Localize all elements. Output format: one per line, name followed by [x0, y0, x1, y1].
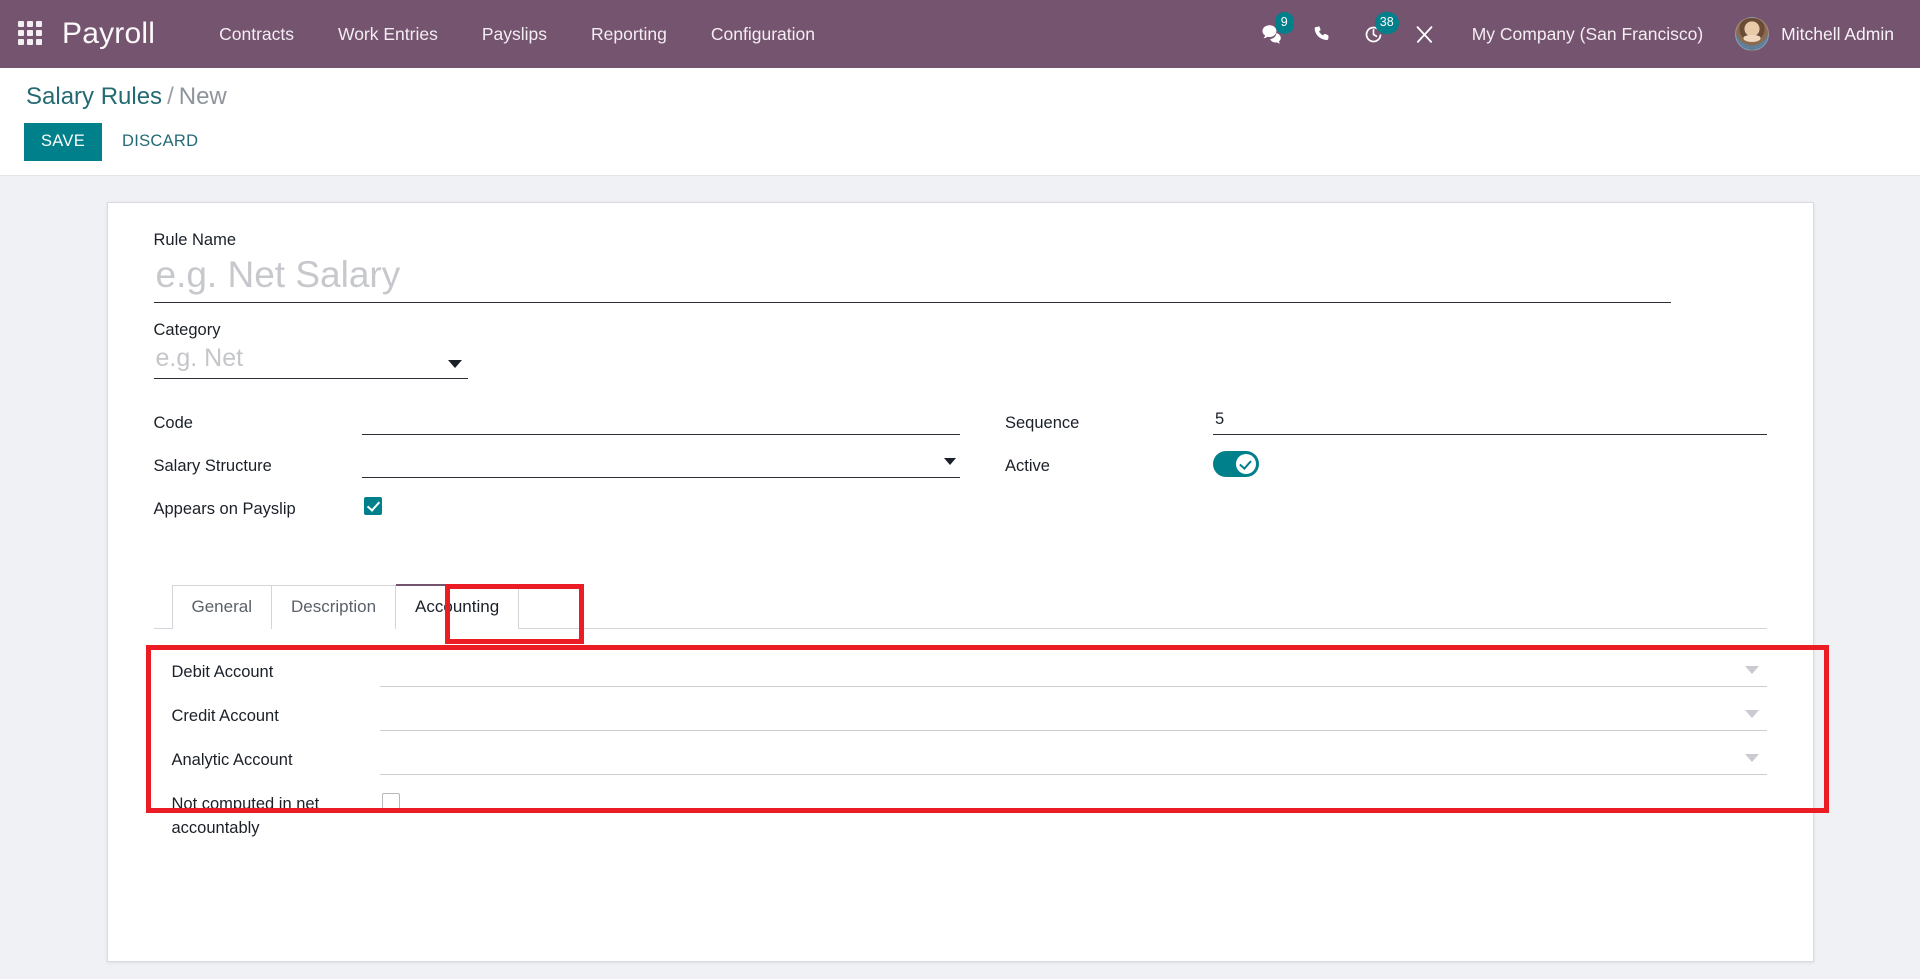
- sequence-input[interactable]: [1213, 405, 1767, 436]
- active-toggle[interactable]: [1213, 451, 1259, 478]
- messages-icon[interactable]: 9: [1246, 0, 1298, 68]
- menu-item-reporting[interactable]: Reporting: [569, 0, 689, 68]
- breadcrumb-current: New: [178, 83, 227, 110]
- menu-item-work-entries[interactable]: Work Entries: [316, 0, 460, 68]
- right-field-column: Sequence Active: [960, 405, 1767, 534]
- save-button[interactable]: SAVE: [24, 123, 102, 162]
- code-input[interactable]: [361, 405, 960, 436]
- menu-item-configuration[interactable]: Configuration: [689, 0, 837, 68]
- user-name-label: Mitchell Admin: [1781, 23, 1894, 44]
- appears-on-payslip-label: Appears on Payslip: [153, 500, 296, 519]
- field-row-code: Code: [153, 405, 960, 437]
- main-field-columns: Code Salary Structure Appears on Payslip: [154, 405, 1767, 534]
- left-field-column: Code Salary Structure Appears on Payslip: [153, 405, 961, 534]
- user-menu[interactable]: Mitchell Admin: [1721, 17, 1898, 51]
- category-group: Category: [153, 321, 1767, 380]
- record-form-sheet: Rule Name Category Code Salary: [106, 202, 1829, 963]
- salary-structure-value: [361, 448, 960, 479]
- field-row-not-computed-in-net: Not computed in net accountably: [172, 787, 1767, 842]
- messages-badge-count: 9: [1274, 12, 1294, 34]
- debit-account-value: [379, 654, 1767, 687]
- menu-item-contracts[interactable]: Contracts: [197, 0, 316, 68]
- credit-account-input[interactable]: [379, 698, 1767, 731]
- not-computed-in-net-value: [380, 787, 1767, 811]
- sequence-value: [1213, 405, 1767, 436]
- salary-structure-input[interactable]: [361, 448, 960, 479]
- appears-on-payslip-checkbox[interactable]: [363, 497, 382, 516]
- analytic-account-label: Analytic Account: [171, 750, 293, 769]
- navbar-right-group: 9 38 My Company (San Francisco) Mitchell…: [1246, 0, 1898, 68]
- code-value: [361, 405, 960, 436]
- credit-account-label: Credit Account: [171, 706, 279, 725]
- analytic-account-value: [379, 742, 1767, 775]
- activity-clock-icon[interactable]: 38: [1348, 0, 1399, 68]
- discard-button[interactable]: DISCARD: [106, 123, 214, 161]
- notebook: General Description Accounting Debit Acc…: [145, 584, 1829, 864]
- active-value: [1213, 448, 1767, 478]
- category-label: Category: [153, 321, 221, 340]
- sheet-container: Rule Name Category Code Salary: [0, 176, 1920, 977]
- breadcrumb-salary-rules[interactable]: Salary Rules: [26, 83, 162, 110]
- field-row-active: Active: [1005, 448, 1767, 480]
- code-label: Code: [153, 414, 193, 433]
- debit-account-input[interactable]: [379, 654, 1767, 687]
- field-row-appears-on-payslip: Appears on Payslip: [154, 491, 961, 523]
- menu-item-payslips[interactable]: Payslips: [460, 0, 569, 68]
- field-row-debit-account: Debit Account: [171, 654, 1767, 687]
- field-row-credit-account: Credit Account: [171, 698, 1767, 731]
- accounting-tab-panel: Debit Account Credit Account Analytic Ac…: [154, 629, 1767, 864]
- tab-general[interactable]: General: [171, 585, 272, 629]
- phone-icon[interactable]: [1298, 0, 1348, 68]
- sequence-label: Sequence: [1005, 414, 1080, 433]
- tools-icon[interactable]: [1399, 0, 1450, 68]
- breadcrumb: Salary Rules / New: [0, 83, 1920, 110]
- notebook-tabs: General Description Accounting: [153, 584, 1767, 629]
- appears-on-payslip-value: [362, 491, 961, 516]
- avatar: [1735, 17, 1770, 51]
- breadcrumb-separator: /: [167, 83, 174, 110]
- rule-name-input[interactable]: [153, 252, 1671, 304]
- field-row-salary-structure: Salary Structure: [153, 448, 960, 480]
- app-brand-payroll[interactable]: Payroll: [62, 17, 155, 51]
- tab-description[interactable]: Description: [271, 585, 397, 629]
- credit-account-value: [379, 698, 1767, 731]
- top-navbar: Payroll Contracts Work Entries Payslips …: [0, 0, 1920, 68]
- field-row-sequence: Sequence: [1005, 405, 1767, 437]
- check-icon: [1236, 454, 1256, 475]
- main-menu: Contracts Work Entries Payslips Reportin…: [197, 0, 837, 68]
- field-row-analytic-account: Analytic Account: [171, 742, 1767, 775]
- category-input[interactable]: [153, 342, 468, 380]
- activities-badge-count: 38: [1374, 12, 1399, 34]
- tab-accounting[interactable]: Accounting: [396, 584, 520, 629]
- not-computed-in-net-label: Not computed in net accountably: [171, 794, 320, 838]
- rule-name-label: Rule Name: [153, 231, 237, 250]
- debit-account-label: Debit Account: [171, 662, 274, 681]
- active-label: Active: [1005, 457, 1050, 476]
- salary-structure-label: Salary Structure: [153, 457, 272, 476]
- company-selector[interactable]: My Company (San Francisco): [1450, 0, 1721, 68]
- category-select-wrap: [153, 342, 468, 380]
- rule-name-group: Rule Name: [153, 231, 1767, 304]
- analytic-account-input[interactable]: [379, 742, 1767, 775]
- record-actions: SAVE DISCARD: [0, 110, 1920, 175]
- not-computed-in-net-checkbox[interactable]: [381, 792, 400, 811]
- apps-menu-icon[interactable]: [18, 21, 44, 47]
- control-panel: Salary Rules / New SAVE DISCARD: [0, 68, 1920, 177]
